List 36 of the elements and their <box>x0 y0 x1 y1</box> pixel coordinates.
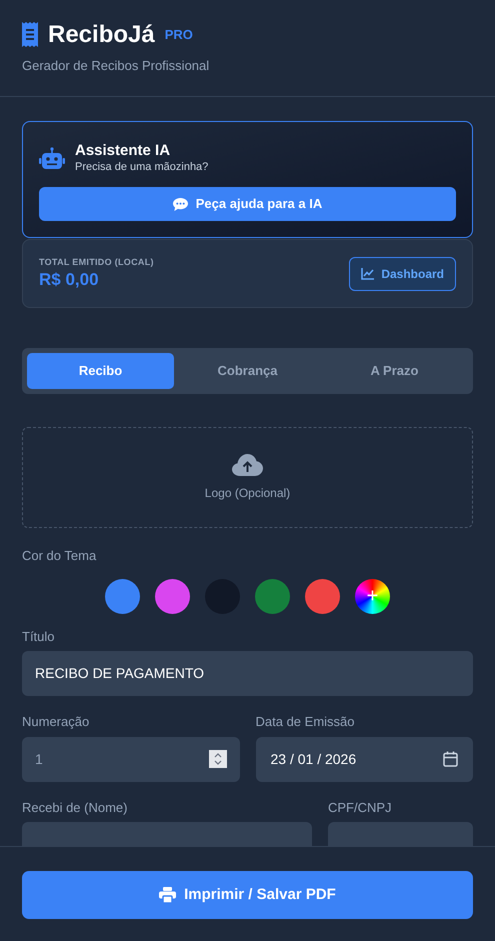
total-label: TOTAL EMITIDO (LOCAL) <box>39 256 154 269</box>
color-swatch[interactable] <box>155 578 190 614</box>
number-field[interactable]: 1 <box>22 736 240 782</box>
receipt-icon <box>22 22 38 47</box>
custom-color-button[interactable]: + <box>355 578 390 614</box>
app-subtitle: Gerador de Recibos Profissional <box>22 57 210 75</box>
cloud-upload-icon <box>232 454 263 476</box>
chat-icon <box>172 198 188 210</box>
print-button[interactable]: Imprimir / Salvar PDF <box>22 871 473 919</box>
mode-tab[interactable]: Recibo <box>27 353 174 389</box>
robot-icon <box>39 147 65 169</box>
date-field[interactable]: 23 / 01 / 2026 <box>256 736 473 782</box>
logo-upload-area[interactable]: Logo (Opcional) <box>22 427 473 528</box>
pro-label: PRO <box>164 28 193 41</box>
title-field[interactable]: RECIBO DE PAGAMENTO <box>22 651 473 696</box>
dashboard-button[interactable]: Dashboard <box>349 256 456 290</box>
date-label: Data de Emissão <box>256 713 356 731</box>
color-swatch[interactable] <box>105 578 140 614</box>
calendar-icon <box>443 751 458 767</box>
number-label: Numeração <box>22 713 90 731</box>
spinner-icon <box>208 750 226 768</box>
payer-label: Recebi de (Nome) <box>22 798 128 817</box>
total-value: R$ 0,00 <box>39 269 100 292</box>
color-swatch[interactable] <box>305 578 340 614</box>
document-label: CPF/CNPJ <box>328 798 393 816</box>
printer-icon <box>159 887 176 903</box>
line-chart-icon <box>361 268 374 280</box>
mode-tab[interactable]: Cobrança <box>174 353 321 389</box>
color-swatch[interactable] <box>255 578 290 614</box>
theme-label: Cor do Tema <box>22 547 96 565</box>
mode-tab[interactable]: A Prazo <box>321 353 468 389</box>
assistant-title: Assistente IA <box>75 142 172 160</box>
app-title: ReciboJá <box>48 22 155 46</box>
title-label: Título <box>22 628 55 646</box>
assistant-subtitle: Precisa de uma mãozinha? <box>75 160 208 174</box>
ask-ai-button[interactable]: Peça ajuda para a IA <box>39 187 456 221</box>
